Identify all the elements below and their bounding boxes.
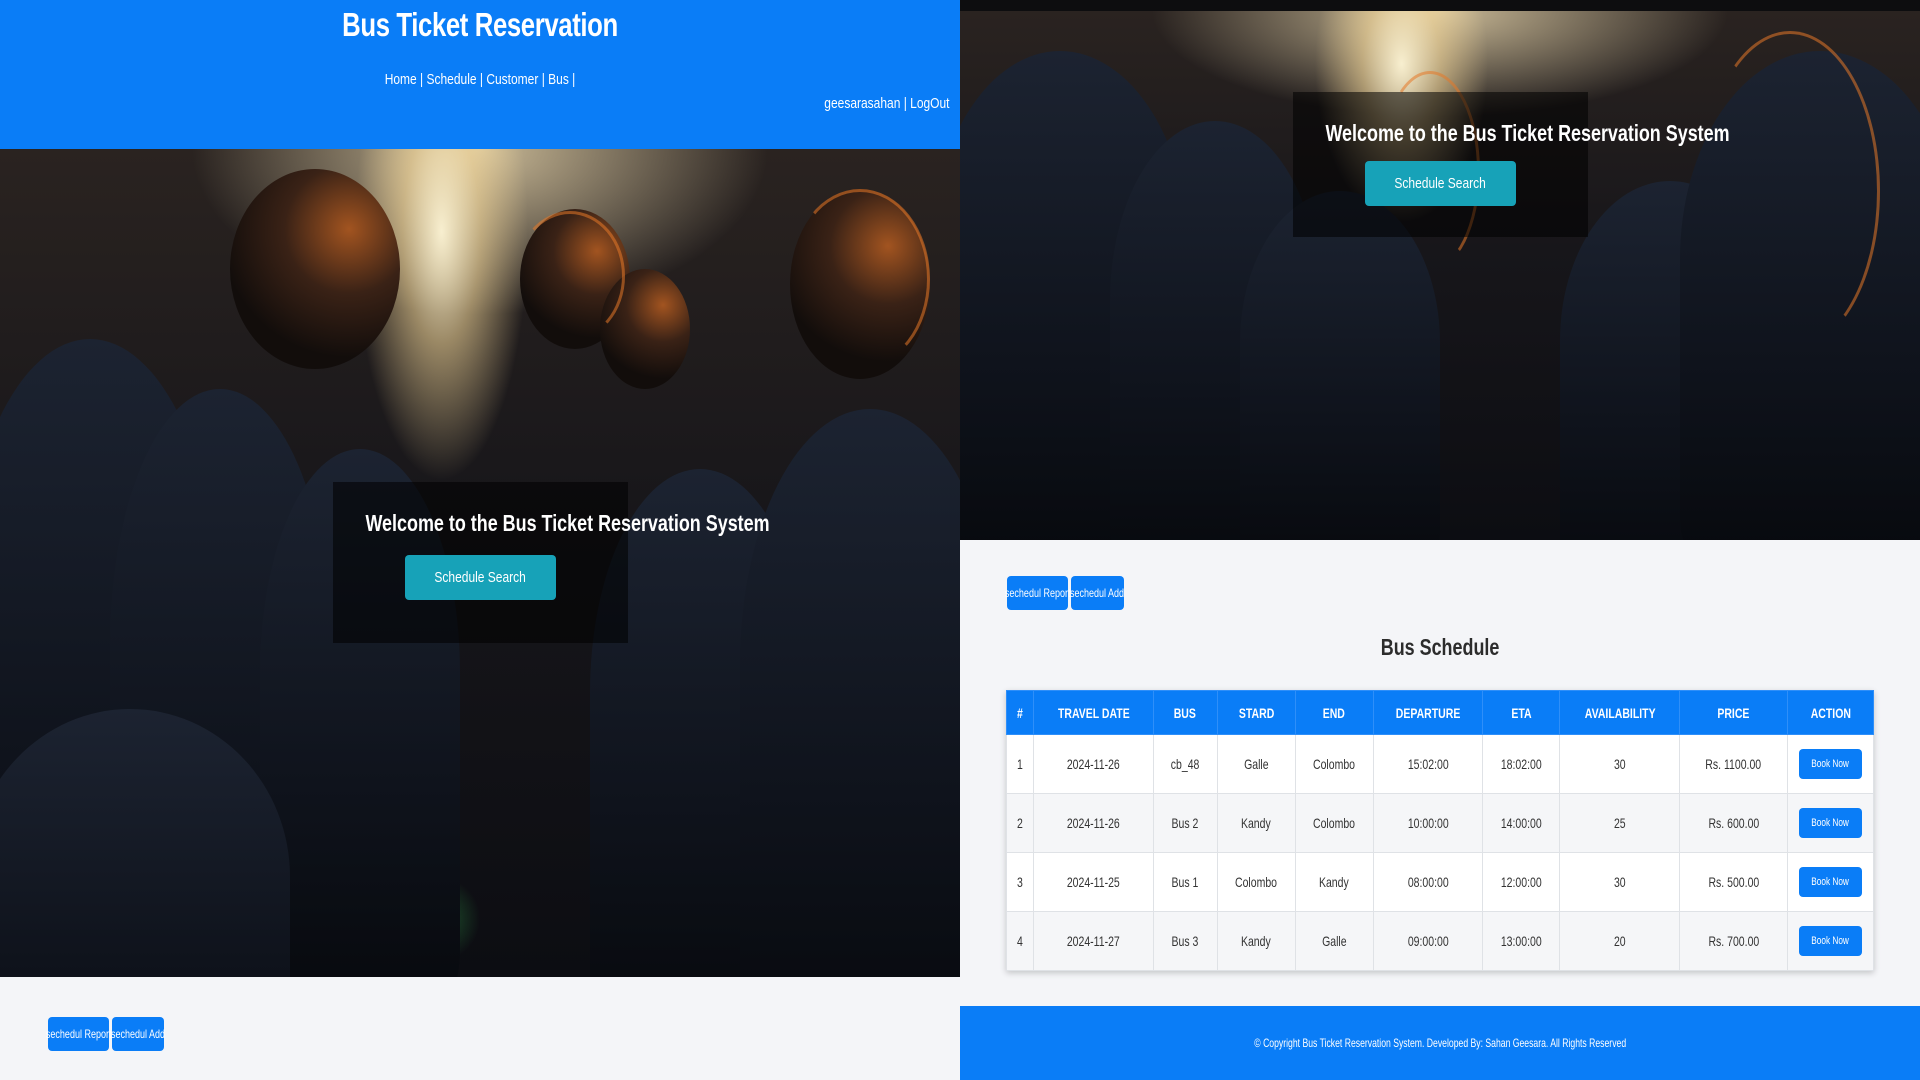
top-scroll-strip xyxy=(960,0,1920,11)
table-row: 2 2024-11-26 Bus 2 Kandy Colombo 10:00:0… xyxy=(1006,793,1874,853)
col-end: END xyxy=(1294,690,1374,735)
welcome-heading-scrolled: Welcome to the Bus Ticket Reservation Sy… xyxy=(1325,120,1730,146)
start-cell: Galle xyxy=(1243,756,1269,772)
col-start: STARD xyxy=(1216,690,1296,735)
eta-cell: 13:00:00 xyxy=(1500,933,1542,949)
logout-link[interactable]: LogOut xyxy=(911,95,950,112)
book-now-button[interactable]: Book Now xyxy=(1799,867,1862,897)
site-footer: © Copyright Bus Ticket Reservation Syste… xyxy=(960,1006,1920,1080)
nav-customer[interactable]: Customer xyxy=(486,71,538,88)
nav-bus[interactable]: Bus xyxy=(548,71,569,88)
book-now-button[interactable]: Book Now xyxy=(1799,749,1862,779)
row-number: 1 xyxy=(1017,756,1023,772)
welcome-box-scrolled: Welcome to the Bus Ticket Reservation Sy… xyxy=(1293,92,1730,237)
site-title: Bus Ticket Reservation xyxy=(342,6,618,43)
site-header: Bus Ticket Reservation Home | Schedule |… xyxy=(0,0,960,149)
bus-cell: Bus 3 xyxy=(1171,933,1199,949)
main-nav: Home | Schedule | Customer | Bus | xyxy=(384,71,576,88)
end-cell: Colombo xyxy=(1313,815,1356,831)
welcome-heading: Welcome to the Bus Ticket Reservation Sy… xyxy=(365,510,770,536)
travel-date-cell: 2024-11-26 xyxy=(1066,756,1120,772)
schedule-search-button[interactable]: Schedule Search xyxy=(405,555,556,600)
schedule-report-button[interactable]: sechedul Report xyxy=(46,1017,111,1051)
table-row: 3 2024-11-25 Bus 1 Colombo Kandy 08:00:0… xyxy=(1006,852,1874,912)
row-number: 3 xyxy=(1017,874,1023,890)
end-cell: Kandy xyxy=(1319,874,1349,890)
col-travel-date: TRAVEL DATE xyxy=(1032,690,1154,735)
departure-cell: 09:00:00 xyxy=(1407,933,1449,949)
price-cell: Rs. 700.00 xyxy=(1708,933,1760,949)
schedule-add-button[interactable]: sechedul Add xyxy=(111,1017,165,1051)
eta-cell: 18:02:00 xyxy=(1500,756,1542,772)
book-now-button[interactable]: Book Now xyxy=(1799,926,1862,956)
availability-cell: 30 xyxy=(1613,874,1626,890)
travel-date-cell: 2024-11-27 xyxy=(1066,933,1120,949)
nav-home[interactable]: Home xyxy=(385,71,417,88)
price-cell: Rs. 600.00 xyxy=(1708,815,1760,831)
bus-cell: Bus 2 xyxy=(1171,815,1199,831)
table-row: 1 2024-11-26 cb_48 Galle Colombo 15:02:0… xyxy=(1006,734,1874,794)
col-availability: AVAILABILITY xyxy=(1559,690,1681,735)
end-cell: Colombo xyxy=(1313,756,1356,772)
schedule-title: Bus Schedule xyxy=(1380,634,1500,660)
col-departure: DEPARTURE xyxy=(1372,690,1484,735)
schedule-search-button-scrolled[interactable]: Schedule Search xyxy=(1365,161,1516,206)
row-number: 4 xyxy=(1017,933,1023,949)
schedule-table: # TRAVEL DATE BUS STARD END DEPARTURE ET… xyxy=(1006,690,1874,971)
table-row: 4 2024-11-27 Bus 3 Kandy Galle 09:00:00 … xyxy=(1006,911,1874,971)
schedule-report-button-scrolled[interactable]: sechedul Report xyxy=(1005,576,1070,610)
departure-cell: 15:02:00 xyxy=(1407,756,1449,772)
eta-cell: 12:00:00 xyxy=(1500,874,1542,890)
availability-cell: 20 xyxy=(1613,933,1626,949)
end-cell: Galle xyxy=(1321,933,1347,949)
start-cell: Colombo xyxy=(1235,874,1278,890)
start-cell: Kandy xyxy=(1241,815,1272,831)
username-link[interactable]: geesarasahan xyxy=(825,95,901,112)
eta-cell: 14:00:00 xyxy=(1500,815,1542,831)
departure-cell: 10:00:00 xyxy=(1407,815,1449,831)
hero-background-image-scrolled xyxy=(960,11,1920,540)
table-header-row: # TRAVEL DATE BUS STARD END DEPARTURE ET… xyxy=(1006,690,1874,735)
col-bus: BUS xyxy=(1152,690,1218,735)
welcome-box: Welcome to the Bus Ticket Reservation Sy… xyxy=(333,482,770,643)
col-action: ACTION xyxy=(1787,690,1874,735)
screenshot-composite: Bus Ticket Reservation Home | Schedule |… xyxy=(0,0,1920,1080)
col-eta: ETA xyxy=(1482,690,1561,735)
row-number: 2 xyxy=(1017,815,1023,831)
availability-cell: 25 xyxy=(1613,815,1626,831)
user-menu: geesarasahan | LogOut xyxy=(824,95,950,112)
departure-cell: 08:00:00 xyxy=(1407,874,1449,890)
copyright-text: © Copyright Bus Ticket Reservation Syste… xyxy=(1254,1036,1626,1050)
availability-cell: 30 xyxy=(1613,756,1626,772)
price-cell: Rs. 500.00 xyxy=(1708,874,1760,890)
travel-date-cell: 2024-11-26 xyxy=(1066,815,1120,831)
price-cell: Rs. 1100.00 xyxy=(1705,756,1762,772)
travel-date-cell: 2024-11-25 xyxy=(1066,874,1120,890)
bus-cell: Bus 1 xyxy=(1171,874,1199,890)
bus-cell: cb_48 xyxy=(1170,756,1200,772)
schedule-add-button-scrolled[interactable]: sechedul Add xyxy=(1070,576,1125,610)
start-cell: Kandy xyxy=(1241,933,1272,949)
col-number: # xyxy=(1006,690,1034,735)
col-price: PRICE xyxy=(1679,690,1789,735)
nav-schedule[interactable]: Schedule xyxy=(427,71,477,88)
book-now-button[interactable]: Book Now xyxy=(1799,808,1862,838)
